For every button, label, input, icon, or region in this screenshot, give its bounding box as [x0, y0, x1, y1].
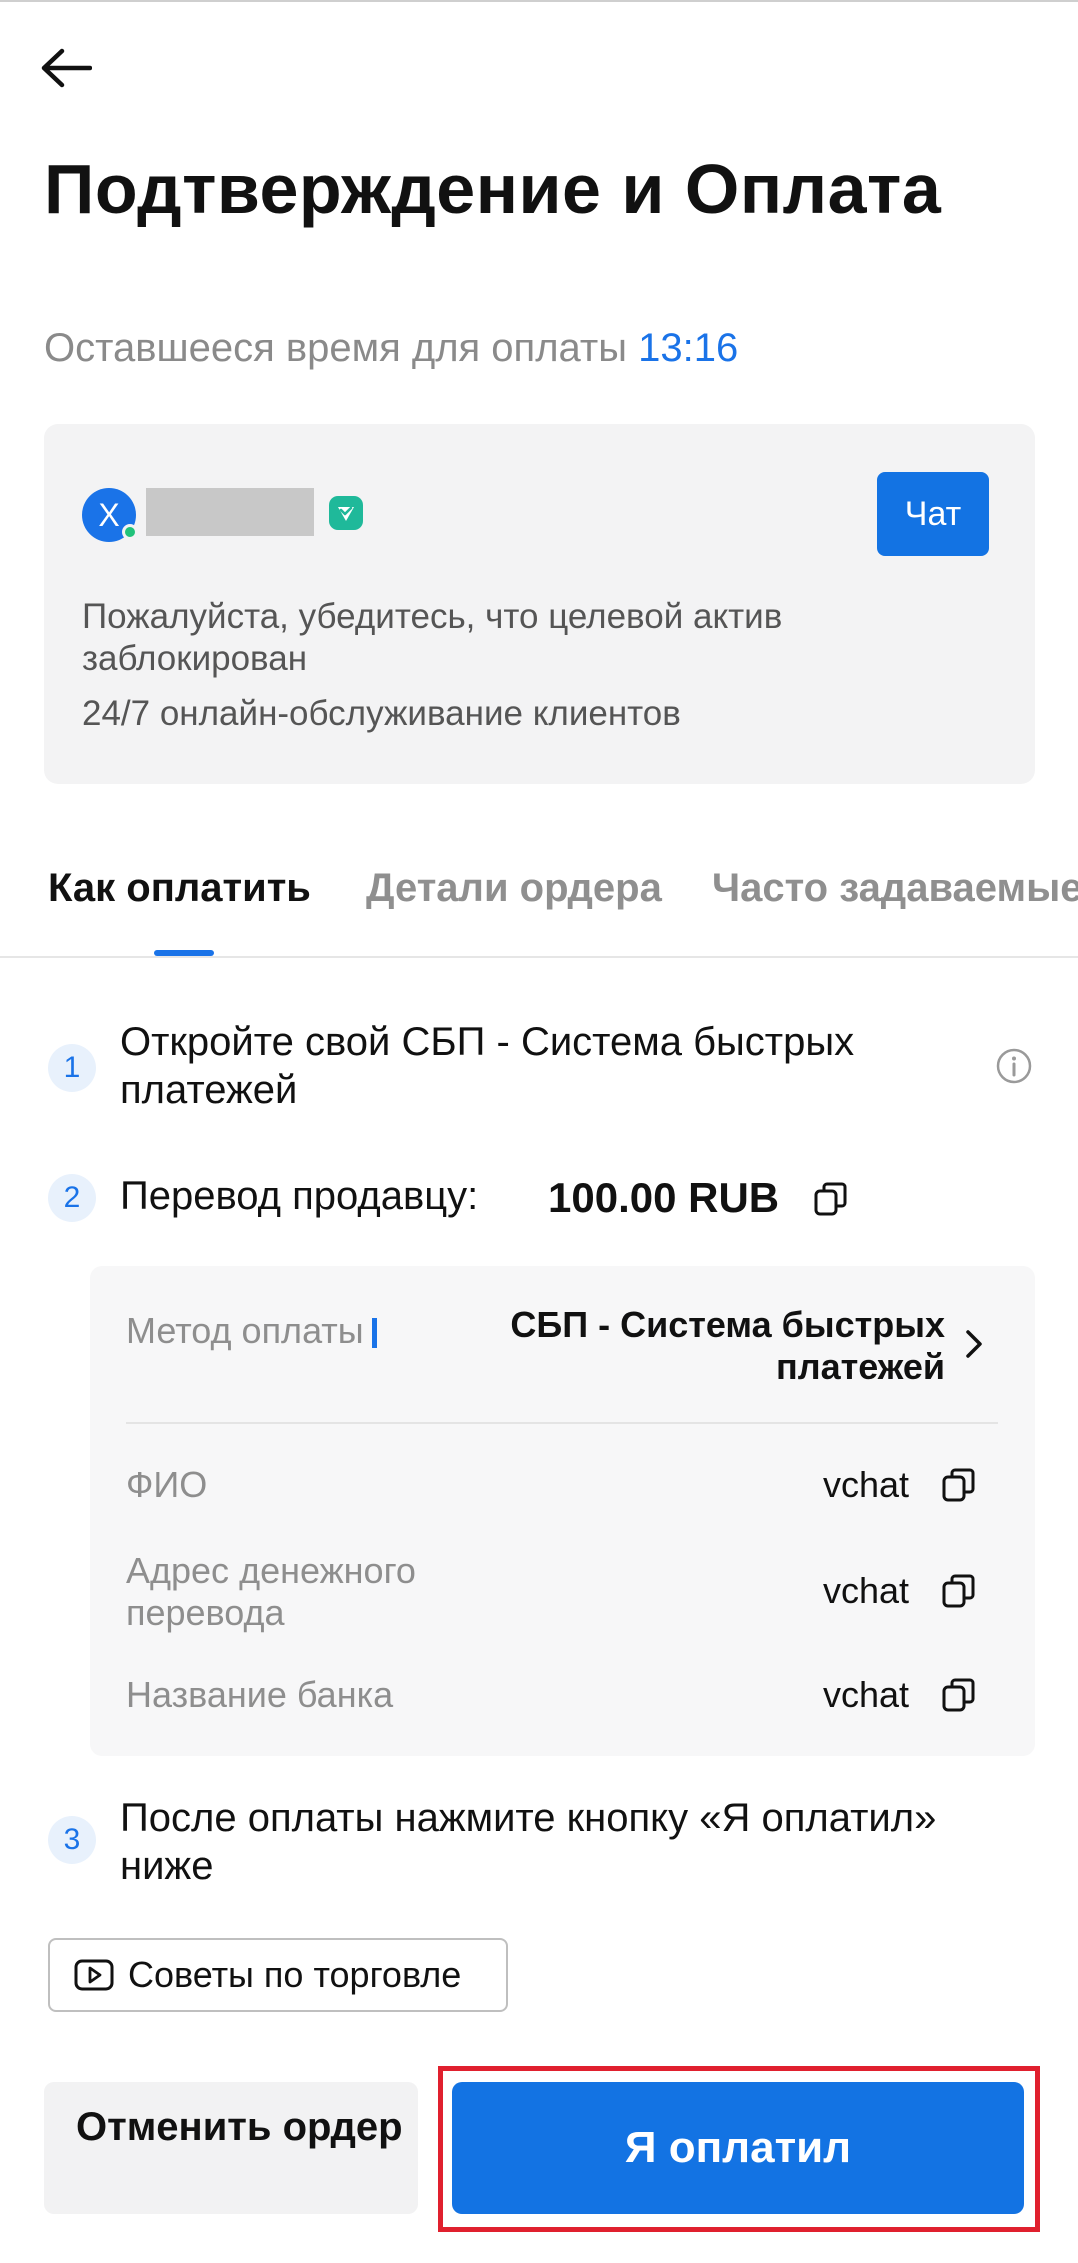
label-marker	[371, 1318, 377, 1349]
cancel-order-button[interactable]: Отменить ордер	[44, 2082, 418, 2214]
online-status-dot	[122, 524, 138, 540]
transfer-address-value: vchat	[822, 1570, 909, 1611]
countdown-timer: 13:16	[638, 326, 739, 370]
copy-amount-icon[interactable]	[812, 1180, 850, 1218]
i-paid-button[interactable]: Я оплатил	[452, 2082, 1024, 2214]
chat-button[interactable]: Чат	[877, 472, 989, 556]
transfer-address-label: Адрес денежного перевода	[126, 1550, 416, 1633]
payment-method-label-text: Метод оплаты	[126, 1310, 364, 1351]
time-remaining: Оставшееся время для оплаты 13:16	[44, 326, 738, 371]
copy-address-icon[interactable]	[940, 1572, 978, 1610]
tab-bar: Как оплатить Детали ордера Часто задавае…	[0, 860, 1078, 958]
top-border	[0, 0, 1078, 2]
verified-badge-icon	[329, 496, 363, 530]
support-note: 24/7 онлайн-обслуживание клиентов	[82, 694, 681, 733]
tab-order-details[interactable]: Детали ордера	[366, 866, 662, 911]
step-number-2: 2	[48, 1174, 96, 1222]
time-remaining-label: Оставшееся время для оплаты	[44, 326, 627, 370]
step-2-text: Перевод продавцу:	[120, 1174, 479, 1218]
tab-faq[interactable]: Часто задаваемые	[712, 866, 1078, 911]
info-icon[interactable]	[996, 1048, 1032, 1084]
back-button[interactable]	[36, 38, 96, 98]
copy-name-icon[interactable]	[940, 1466, 978, 1504]
payment-method-label: Метод оплаты	[126, 1310, 377, 1352]
step-number-3: 3	[48, 1816, 96, 1864]
transfer-amount: 100.00 RUB	[548, 1174, 780, 1221]
seller-card: X Чат Пожалуйста, убедитесь, что целевой…	[44, 424, 1035, 784]
step-3-text: После оплаты нажмите кнопку «Я оплатил» …	[120, 1796, 937, 1888]
bank-name-label: Название банка	[126, 1674, 394, 1715]
payment-details: Метод оплаты СБП - Система быстрых плате…	[90, 1266, 1035, 1756]
details-divider	[126, 1422, 998, 1424]
video-play-icon	[74, 1959, 114, 1991]
page-title: Подтверждение и Оплата	[44, 150, 942, 228]
arrow-left-icon	[41, 48, 92, 88]
tab-how-to-pay[interactable]: Как оплатить	[48, 866, 311, 911]
copy-bank-icon[interactable]	[940, 1676, 978, 1714]
tabs-divider	[0, 956, 1078, 958]
step-number-1: 1	[48, 1044, 96, 1092]
step-1-text: Откройте свой СБП - Система быстрых плат…	[120, 1020, 855, 1112]
trading-tips-button[interactable]: Советы по торговле	[48, 1938, 508, 2012]
full-name-value: vchat	[822, 1464, 909, 1505]
bank-name-value: vchat	[822, 1674, 909, 1715]
trading-tips-label: Советы по торговле	[128, 1954, 462, 1995]
payment-method-value[interactable]: СБП - Система быстрых платежей	[465, 1304, 945, 1388]
full-name-label: ФИО	[126, 1464, 208, 1505]
seller-name-redacted	[146, 488, 314, 536]
asset-locked-note: Пожалуйста, убедитесь, что целевой актив…	[82, 597, 783, 678]
chevron-right-icon[interactable]	[960, 1324, 988, 1364]
